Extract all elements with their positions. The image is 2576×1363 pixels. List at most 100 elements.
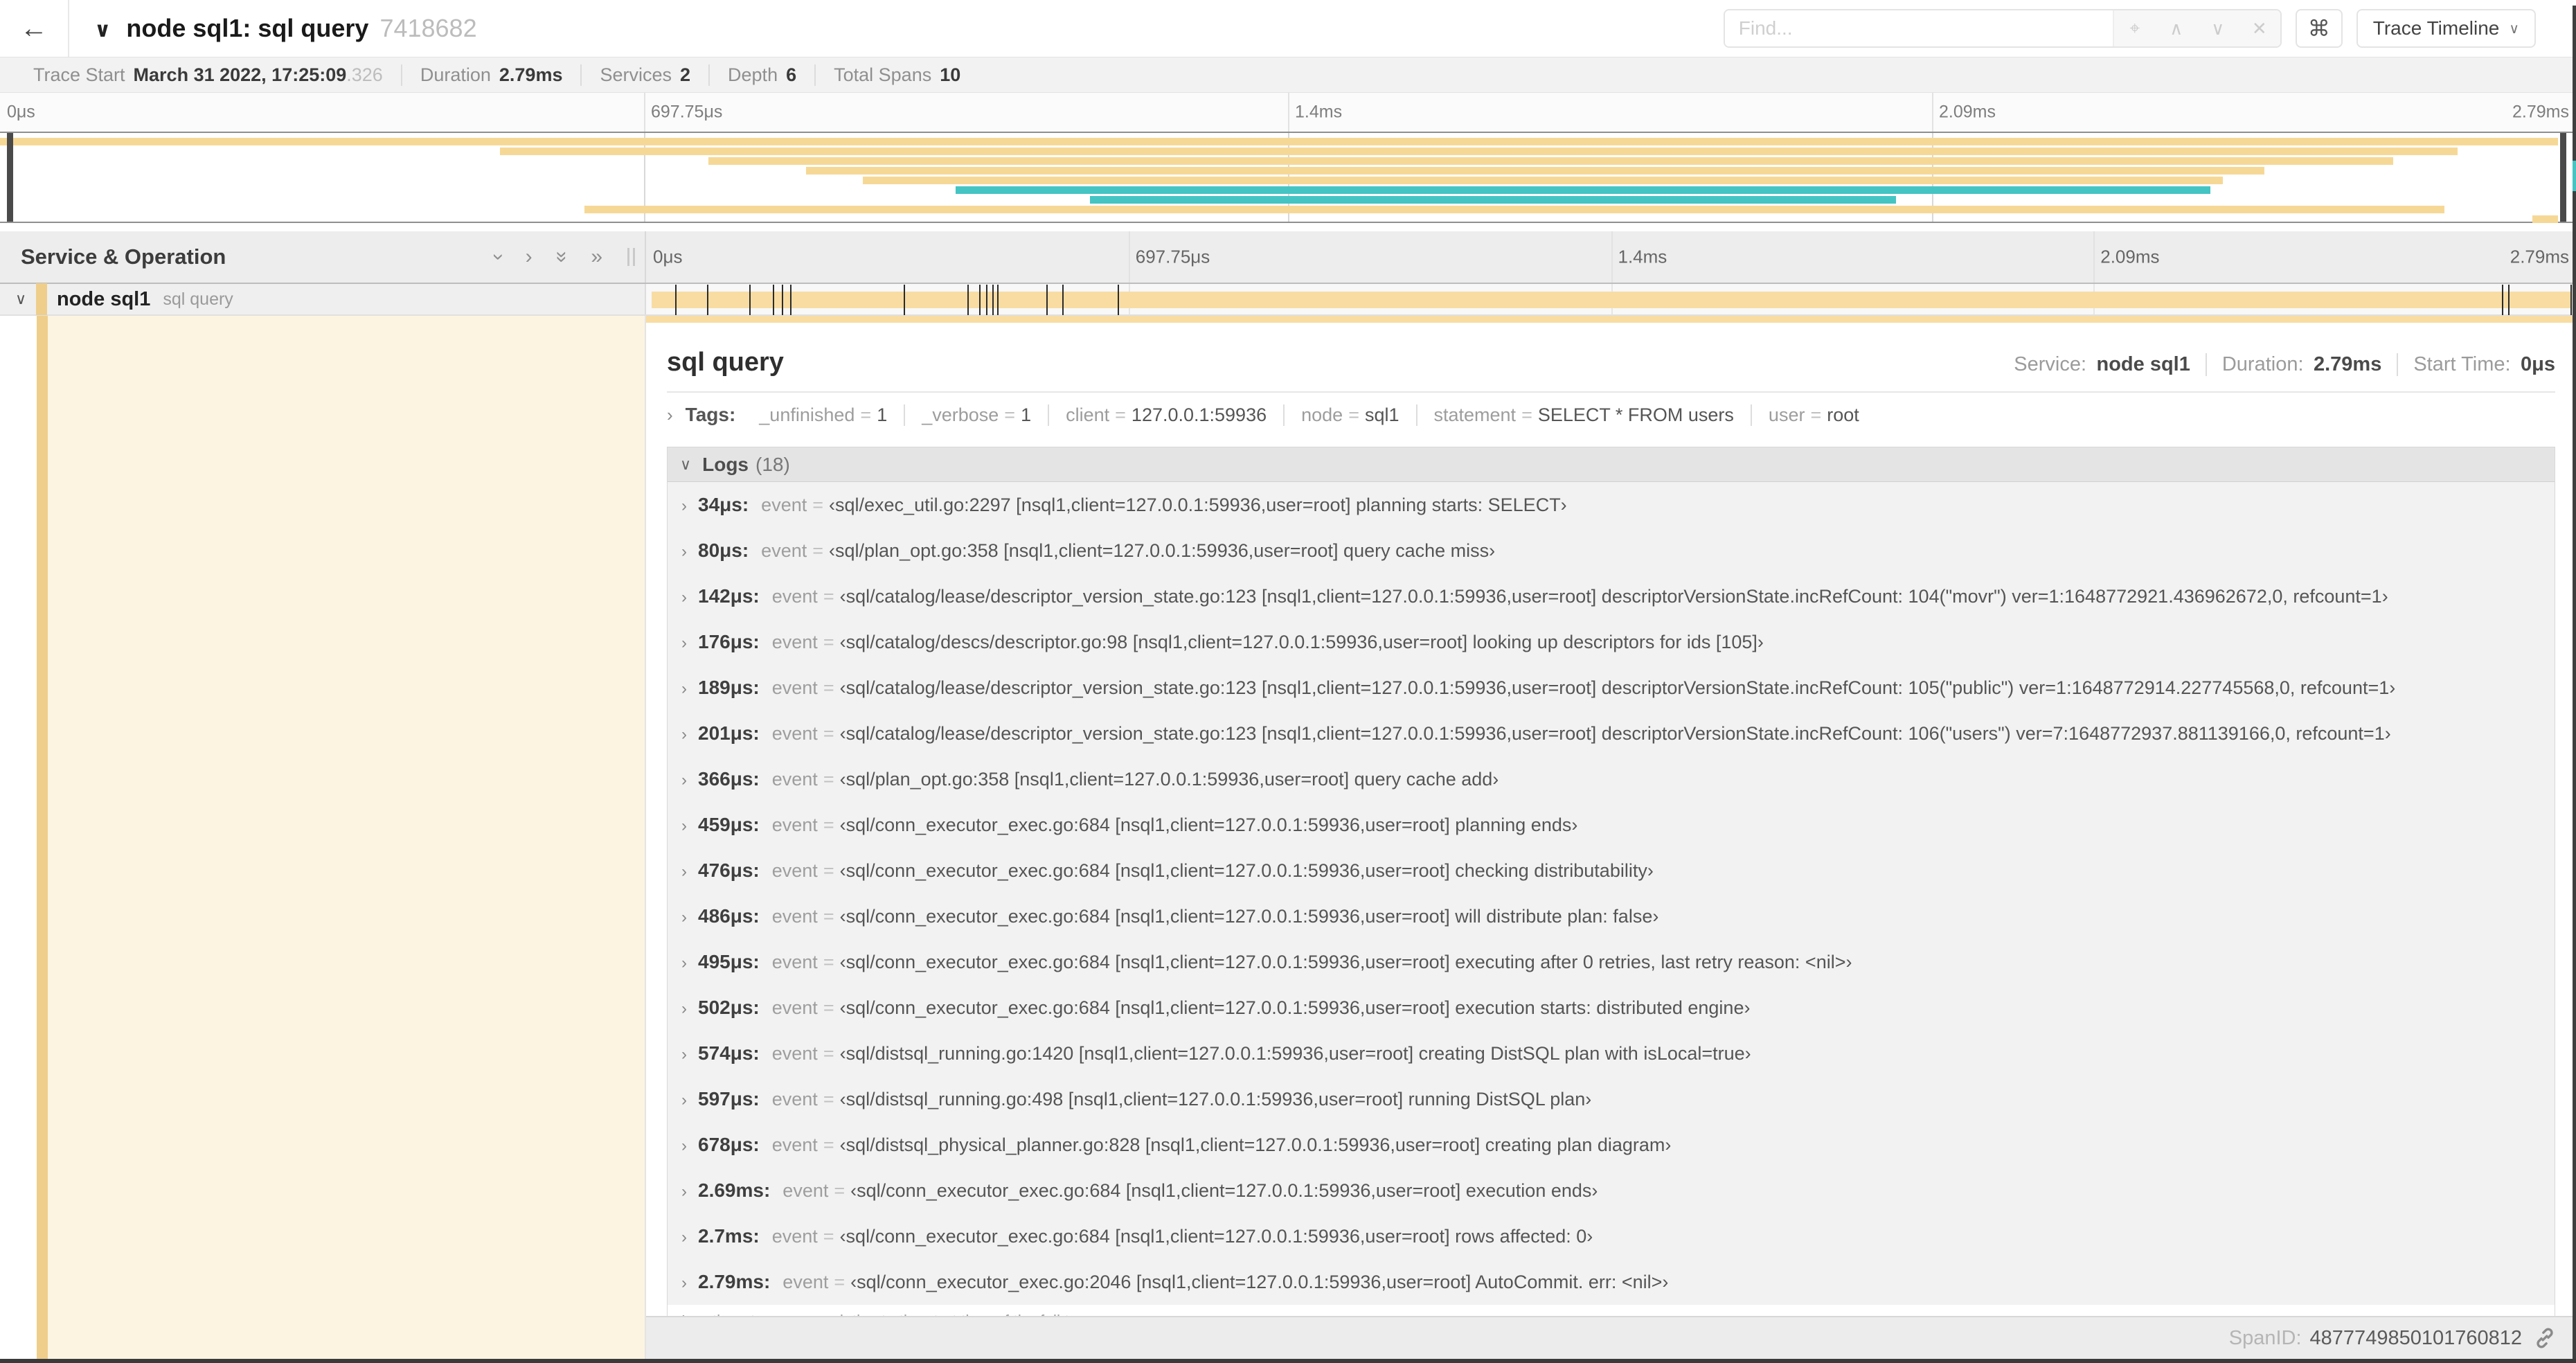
log-timestamp: 142μs: (698, 585, 760, 607)
span-timeline-cell[interactable] (646, 284, 2576, 315)
deep-link-icon[interactable] (2533, 1326, 2557, 1350)
span-name-cell[interactable]: ∨ node sql1 sql query (0, 283, 646, 315)
log-entry-row[interactable]: › 2.79ms: event = ‹sql/conn_executor_exe… (668, 1259, 2555, 1305)
log-entry-row[interactable]: › 597μs: event = ‹sql/distsql_running.go… (668, 1076, 2555, 1122)
log-entry-row[interactable]: › 80μs: event = ‹sql/plan_opt.go:358 [ns… (668, 528, 2555, 573)
log-entry-row[interactable]: › 486μs: event = ‹sql/conn_executor_exec… (668, 893, 2555, 939)
trace-timeline-page: ← ∨ node sql1: sql query 7418682 ⌖ ∧ ∨ ✕ (0, 0, 2576, 1363)
log-field-value: ‹sql/conn_executor_exec.go:684 [nsql1,cl… (839, 1226, 1593, 1247)
span-duration-bar[interactable] (652, 292, 2570, 308)
expand-log-chevron-icon: › (681, 817, 687, 835)
detail-left-gutter (0, 316, 646, 1359)
tags-row[interactable]: › Tags: _unfinished = 1 _verbose = 1 client =… (667, 404, 2555, 436)
collapse-all-icon[interactable]: » (551, 251, 573, 263)
log-timestamp: 486μs: (698, 905, 760, 927)
log-entry-row[interactable]: › 476μs: event = ‹sql/conn_executor_exec… (668, 848, 2555, 893)
log-timestamp: 459μs: (698, 814, 760, 835)
minimap-span-bar (2532, 215, 2558, 223)
log-field-value: ‹sql/exec_util.go:2297 [nsql1,client=127… (829, 495, 1567, 515)
meta-item: Start Time: 0μs (2413, 353, 2555, 375)
log-field-value: ‹sql/catalog/lease/descriptor_version_st… (839, 723, 2391, 744)
log-marker (985, 285, 987, 315)
log-marker (2508, 285, 2510, 315)
log-entry-row[interactable]: › 34μs: event = ‹sql/exec_util.go:2297 [… (668, 482, 2555, 528)
view-selector-button[interactable]: Trace Timeline ∨ (2356, 9, 2536, 48)
trace-minimap[interactable] (0, 132, 2576, 223)
log-field-key: event (782, 1180, 829, 1201)
stat-item: Services 2 (582, 64, 710, 86)
timeline-ruler: 0μs 697.75μs 1.4ms 2.09ms 2.79ms (646, 231, 2576, 283)
log-entry-row[interactable]: › 201μs: event = ‹sql/catalog/lease/desc… (668, 711, 2555, 756)
collapse-children-chevron-icon[interactable]: ∨ (15, 290, 36, 308)
log-marker (2570, 285, 2572, 315)
minimap-span-bar (1089, 196, 1896, 204)
divider (667, 391, 2555, 393)
log-entry-row[interactable]: › 678μs: event = ‹sql/distsql_physical_p… (668, 1122, 2555, 1168)
log-timestamp: 80μs: (698, 540, 749, 561)
find-locate-button[interactable]: ⌖ (2114, 10, 2156, 46)
log-field-key: event (771, 769, 818, 790)
find-buttons: ⌖ ∧ ∨ ✕ (2112, 10, 2280, 46)
log-marker (1062, 285, 1064, 315)
chevron-up-icon: ∧ (2170, 17, 2183, 39)
log-entry-row[interactable]: › 495μs: event = ‹sql/conn_executor_exec… (668, 939, 2555, 985)
collapse-controls: › › » » (488, 247, 602, 267)
expand-all-icon[interactable]: » (591, 247, 602, 267)
trace-title: node sql1: sql query (126, 14, 369, 42)
log-field-value: ‹sql/distsql_running.go:1420 [nsql1,clie… (839, 1043, 1751, 1064)
log-entry-row[interactable]: › 2.69ms: event = ‹sql/conn_executor_exe… (668, 1168, 2555, 1213)
find-prev-button[interactable]: ∧ (2156, 10, 2197, 46)
log-field-value: ‹sql/conn_executor_exec.go:684 [nsql1,cl… (839, 860, 1654, 881)
minimap-span-bar (708, 157, 2393, 165)
timeline-header-row: Service & Operation › › » » 0μs 697.75μs… (0, 231, 2576, 284)
stat-item: Depth 6 (710, 64, 816, 86)
log-timestamp: 495μs: (698, 951, 760, 972)
keyboard-shortcuts-button[interactable]: ⌘ (2295, 9, 2343, 48)
minimap-spans (0, 138, 2576, 225)
log-entry-row[interactable]: › 176μs: event = ‹sql/catalog/descs/desc… (668, 619, 2555, 665)
selected-row-tint (48, 316, 645, 1359)
expand-one-icon[interactable]: › (526, 247, 533, 267)
minimap-left-scrubber[interactable] (7, 133, 13, 222)
log-marker (749, 285, 751, 315)
locate-icon: ⌖ (2129, 17, 2140, 38)
log-entry-row[interactable]: › 502μs: event = ‹sql/conn_executor_exec… (668, 985, 2555, 1031)
log-field-key: event (771, 997, 818, 1018)
back-button[interactable]: ← (0, 0, 69, 57)
log-timestamp: 678μs: (698, 1134, 760, 1155)
find-clear-button[interactable]: ✕ (2239, 10, 2280, 46)
log-field-value: ‹sql/plan_opt.go:358 [nsql1,client=127.0… (829, 540, 1496, 561)
minimap-right-scrubber[interactable] (2560, 133, 2566, 222)
log-field-key: event (771, 677, 818, 698)
find-input[interactable] (1724, 10, 2113, 46)
log-entry-row[interactable]: › 2.7ms: event = ‹sql/conn_executor_exec… (668, 1213, 2555, 1259)
detail-footer: SpanID: 4877749850101760812 (646, 1316, 2576, 1359)
window-bottom-edge (0, 1359, 2576, 1363)
log-field-value: ‹sql/catalog/descs/descriptor.go:98 [nsq… (839, 632, 1764, 652)
log-timestamp: 2.69ms: (698, 1179, 771, 1201)
log-marker (2501, 285, 2503, 315)
log-entry-row[interactable]: › 459μs: event = ‹sql/conn_executor_exec… (668, 802, 2555, 848)
expand-log-chevron-icon: › (681, 908, 687, 927)
log-field-value: ‹sql/conn_executor_exec.go:2046 [nsql1,c… (850, 1272, 1669, 1292)
collapse-header-chevron-icon[interactable]: ∨ (94, 18, 111, 42)
tag-item: node = sql1 (1285, 404, 1417, 426)
log-entry-row[interactable]: › 142μs: event = ‹sql/catalog/lease/desc… (668, 573, 2555, 619)
log-field-value: ‹sql/conn_executor_exec.go:684 [nsql1,cl… (850, 1180, 1598, 1201)
span-row[interactable]: ∨ node sql1 sql query (0, 283, 2576, 316)
expand-log-chevron-icon: › (681, 862, 687, 881)
log-marker (1118, 285, 1120, 315)
log-field-key: event (771, 952, 818, 972)
log-field-value: ‹sql/catalog/lease/descriptor_version_st… (839, 677, 2396, 698)
collapse-one-icon[interactable]: › (488, 253, 510, 260)
logs-title: Logs (702, 453, 749, 475)
logs-header[interactable]: ∨ Logs (18) (668, 447, 2555, 482)
log-entry-row[interactable]: › 366μs: event = ‹sql/plan_opt.go:358 [n… (668, 756, 2555, 802)
find-next-button[interactable]: ∨ (2197, 10, 2239, 46)
column-resizer[interactable] (627, 248, 635, 266)
log-entry-row[interactable]: › 574μs: event = ‹sql/distsql_running.go… (668, 1031, 2555, 1076)
window-right-edge (2573, 6, 2576, 1363)
log-entry-row[interactable]: › 189μs: event = ‹sql/catalog/lease/desc… (668, 665, 2555, 711)
operation-name: sql query (163, 289, 233, 309)
log-field-value: ‹sql/conn_executor_exec.go:684 [nsql1,cl… (839, 997, 1751, 1018)
